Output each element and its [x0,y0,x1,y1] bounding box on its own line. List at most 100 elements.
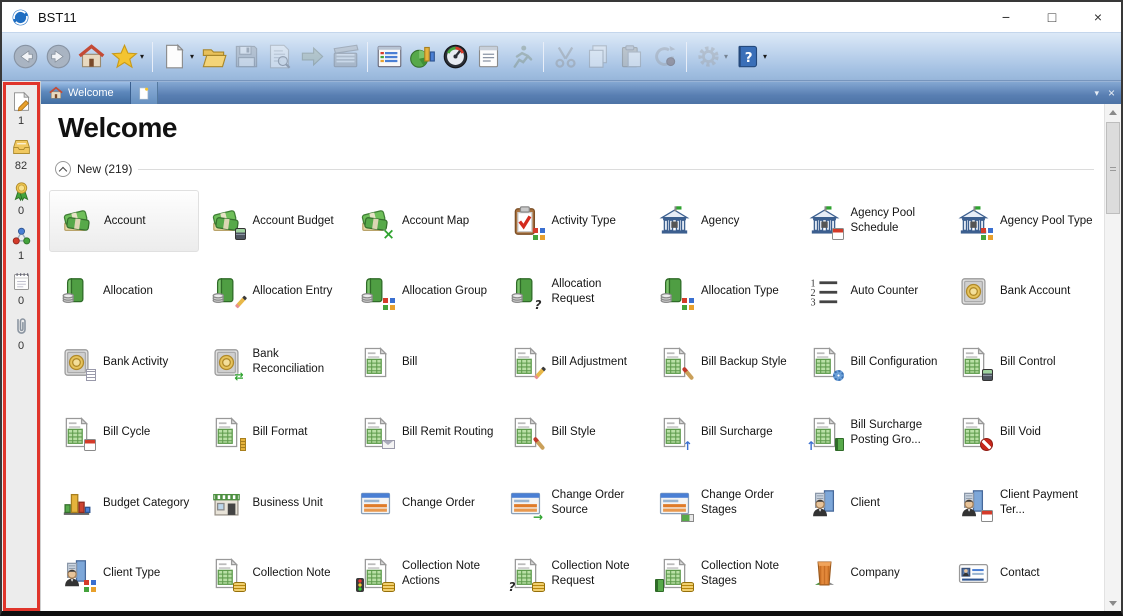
grid-item[interactable]: Allocation Entry [199,261,349,323]
grid-item[interactable]: Bill [348,331,498,393]
dashboard-button[interactable] [439,38,472,76]
grid-item[interactable]: Account Map [348,190,498,252]
grid-item-label: Allocation Type [701,284,779,299]
grid-item[interactable]: Activity Type [498,190,648,252]
notes-button[interactable] [472,38,505,76]
grid-item[interactable]: Change Order Stages [647,472,797,534]
grid-item[interactable]: Bill Format [199,402,349,464]
grid-item[interactable]: Bill Configuration [797,331,947,393]
grid-item[interactable]: Bill Adjustment [498,331,648,393]
tab-welcome[interactable]: Welcome [41,82,131,104]
grid-item[interactable]: 123Auto Counter [797,261,947,323]
ledger-pencil-icon [210,275,243,308]
toolbar-separator [686,42,687,72]
home-button[interactable] [75,38,108,76]
back-button[interactable] [9,38,42,76]
section-label: New (219) [77,162,132,176]
tab-overflow-icon[interactable]: ▾ [1094,88,1099,99]
grid-item[interactable]: Bank Reconciliation [199,331,349,393]
grid-item[interactable]: Budget Category [49,472,199,534]
grid-item[interactable]: Bill Void [946,402,1096,464]
maximize-button[interactable]: □ [1029,2,1075,32]
grid-item[interactable]: Bank Activity [49,331,199,393]
sidebar-item-workflow[interactable]: 1 [11,226,32,262]
new-document-button[interactable]: ▾ [158,38,197,76]
grid-item[interactable]: Bill Surcharge Posting Gro... [797,402,947,464]
grid-item[interactable]: Account [49,190,199,252]
sidebar-item-attachment[interactable]: 0 [11,316,32,352]
grid-item[interactable]: Bill Style [498,402,648,464]
open-button[interactable] [197,38,230,76]
settings-icon [695,43,722,70]
coins-badge-icon [532,582,545,592]
bill-envelope-icon [359,416,392,449]
count-badge: 82 [15,160,27,172]
grid-item[interactable]: Bill Cycle [49,402,199,464]
grid-item[interactable]: Business Unit [199,472,349,534]
grid-item[interactable]: Bill Control [946,331,1096,393]
chart-button[interactable] [406,38,439,76]
grid-item[interactable]: Allocation Type [647,261,797,323]
main-column: Welcome ▾ × Welcome New (219) AccountAcc… [41,81,1121,611]
sidebar-item-edit-document[interactable]: 1 [11,91,32,127]
grid-item[interactable]: Client [797,472,947,534]
close-button[interactable]: × [1075,2,1121,32]
home-icon [78,43,105,70]
list-view-button[interactable] [373,38,406,76]
arrows-badge-icon [233,368,246,381]
paste-button [615,38,648,76]
grid-item[interactable]: Collection Note [199,543,349,605]
grid-item[interactable]: Allocation [49,261,199,323]
dropdown-caret-icon[interactable]: ▾ [190,52,194,61]
forward-button[interactable] [42,38,75,76]
grid-item[interactable]: Agency Pool Type [946,190,1096,252]
grid-item[interactable]: Bill Backup Style [647,331,797,393]
grid-item[interactable]: Agency Pool Schedule [797,190,947,252]
scroll-up-button[interactable] [1105,104,1121,121]
run-button [505,38,538,76]
grid-item[interactable]: Client Type [49,543,199,605]
grid-item[interactable]: Client Payment Ter... [946,472,1096,534]
grid-item-label: Bill Configuration [851,355,938,370]
item-grid: AccountAccount BudgetAccount MapActivity… [49,186,1104,609]
form-icon [359,487,392,520]
cal-badge-icon [981,510,993,522]
sidebar-item-notepad[interactable]: 0 [11,271,32,307]
grid-item[interactable]: Collection Note Request [498,543,648,605]
tab-bar-controls: ▾ × [1094,82,1115,104]
scroll-down-button[interactable] [1105,594,1121,611]
grid-item[interactable]: Contact [946,543,1096,605]
grid-item[interactable]: Agency [647,190,797,252]
minimize-button[interactable]: − [983,2,1029,32]
scrollbar-thumb[interactable] [1106,122,1120,214]
grid-item[interactable]: Bill Surcharge [647,402,797,464]
grid-item-label: Bill Adjustment [552,355,627,370]
grid-item[interactable]: Collection Note Stages [647,543,797,605]
dropdown-caret-icon[interactable]: ▾ [763,52,767,61]
grid-item[interactable]: Company [797,543,947,605]
dropdown-caret-icon[interactable]: ▾ [724,52,728,61]
bill-calendar-icon [60,416,93,449]
sidebar-item-inbox[interactable]: 82 [11,136,32,172]
grid-item[interactable]: Change Order [348,472,498,534]
sidebar-item-approval[interactable]: 0 [11,181,32,217]
favorites-button[interactable]: ▾ [108,38,147,76]
squares-badge-icon [682,298,694,310]
dropdown-caret-icon[interactable]: ▾ [140,52,144,61]
grid-item[interactable]: Change Order Source [498,472,648,534]
new-tab-button[interactable] [131,82,158,104]
bill-ruler-icon [210,416,243,449]
grid-item-label: Agency [701,214,739,229]
help-button[interactable]: ?▾ [731,38,770,76]
grid-item-label: Bill Format [253,425,308,440]
collapse-section-button[interactable] [55,161,71,177]
grid-item[interactable]: Account Budget [199,190,349,252]
grid-item[interactable]: Bank Account [946,261,1096,323]
grid-item[interactable]: Allocation Group [348,261,498,323]
clipboard-check-icon [509,205,542,238]
grid-item[interactable]: Collection Note Actions [348,543,498,605]
grid-item[interactable]: Allocation Request [498,261,648,323]
tab-close-icon[interactable]: × [1108,86,1115,100]
grid-item[interactable]: Bill Remit Routing [348,402,498,464]
grid-item-label: Bank Activity [103,355,168,370]
